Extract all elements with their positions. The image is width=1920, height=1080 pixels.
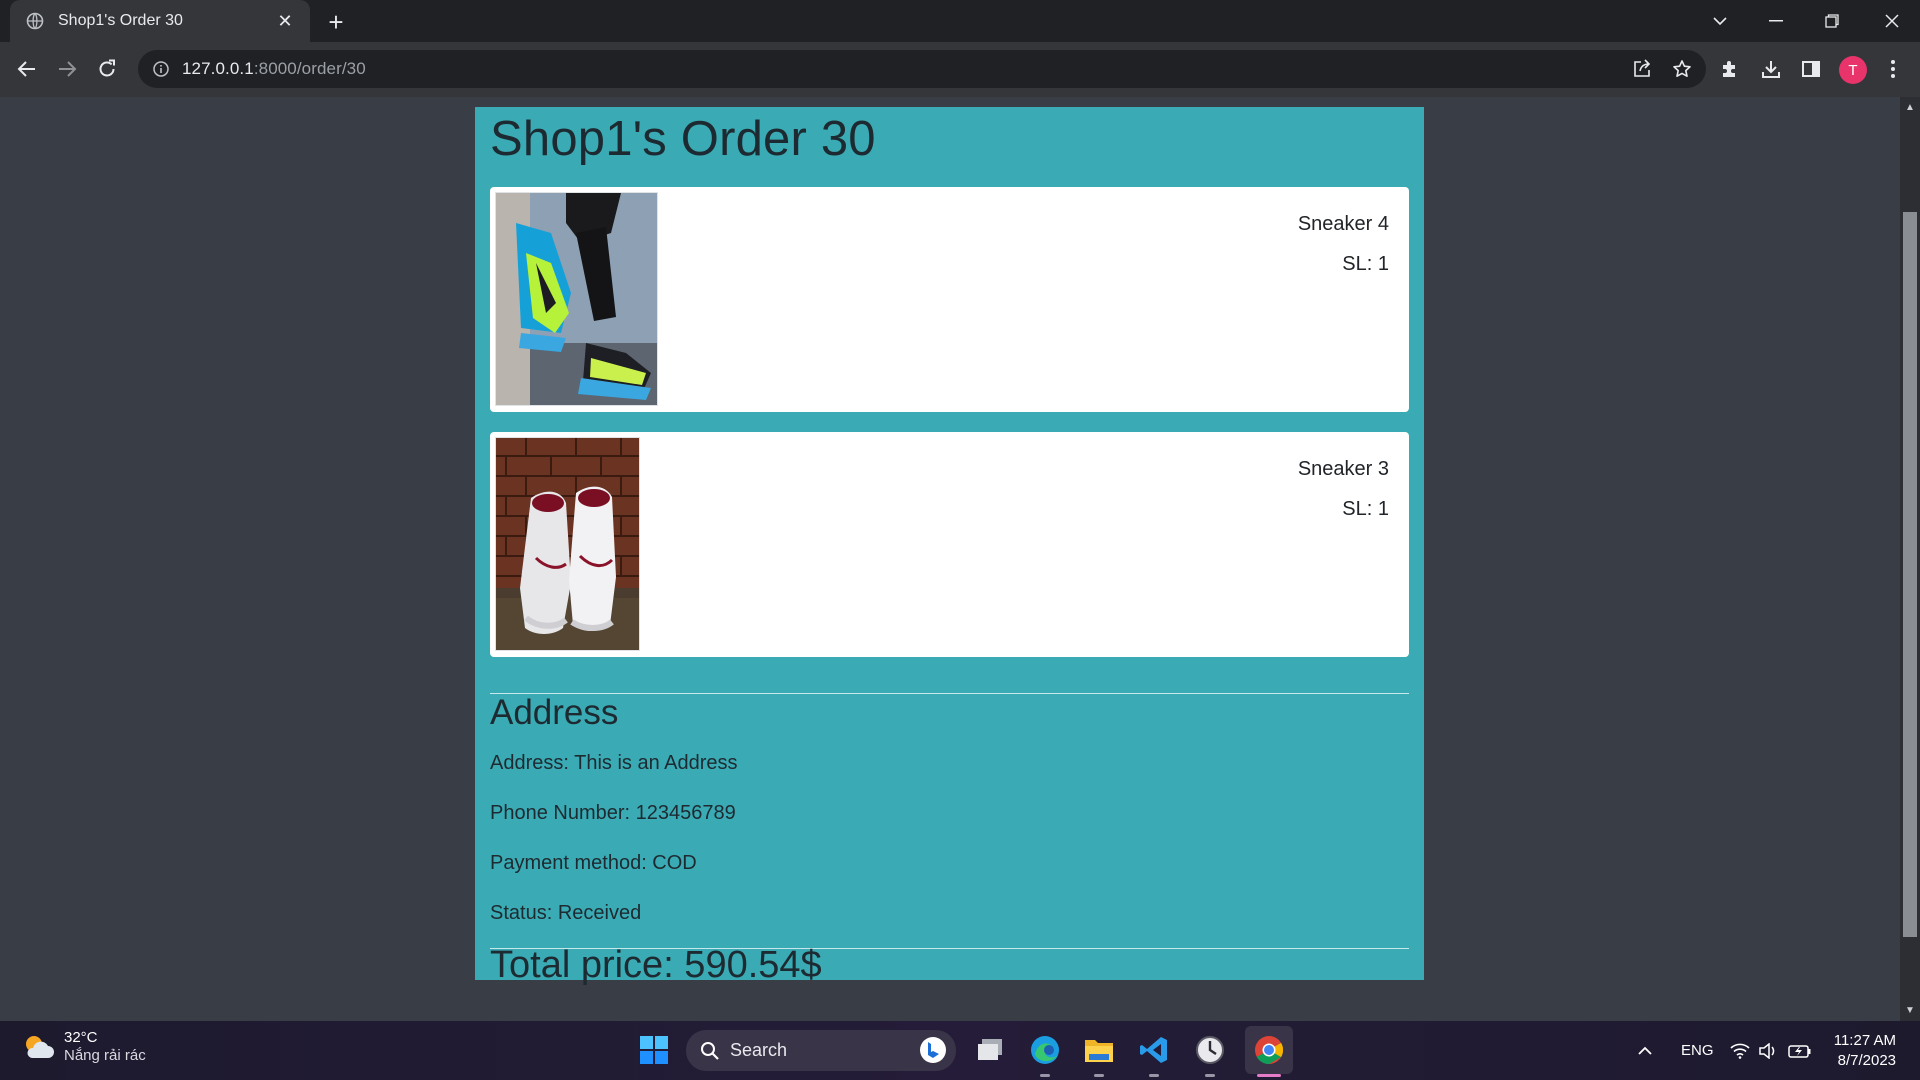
search-placeholder: Search xyxy=(730,1040,788,1060)
running-indicator xyxy=(1040,1074,1050,1077)
language-indicator[interactable]: ENG xyxy=(1681,1021,1714,1080)
download-icon[interactable] xyxy=(1753,51,1789,87)
new-tab-icon[interactable]: + xyxy=(322,7,350,37)
page-viewport: Shop1's Order 30 Sneaker 4 SL: 1 Sneaker… xyxy=(0,97,1900,1021)
tab-title: Shop1's Order 30 xyxy=(58,12,183,29)
item-name: Sneaker 3 xyxy=(1297,458,1389,480)
tab-search-chevron-icon[interactable] xyxy=(1692,0,1748,42)
active-indicator xyxy=(1257,1074,1281,1077)
running-indicator xyxy=(1205,1074,1215,1077)
address-line: Address: This is an Address xyxy=(490,752,738,774)
product-image-sneaker-on-feet[interactable] xyxy=(495,192,658,406)
minimize-icon[interactable] xyxy=(1748,0,1804,42)
side-panel-icon[interactable] xyxy=(1793,51,1829,87)
clock-time: 11:27 AM xyxy=(1833,1032,1896,1049)
bookmark-star-icon[interactable] xyxy=(1670,57,1694,81)
reload-icon[interactable] xyxy=(89,51,125,87)
weather-sun-cloud-icon xyxy=(20,1032,54,1062)
divider xyxy=(490,693,1409,694)
running-indicator xyxy=(1094,1074,1104,1077)
menu-kebab-icon[interactable] xyxy=(1875,51,1911,87)
taskbar-search-box[interactable]: Search xyxy=(686,1030,956,1071)
scrollbar-thumb[interactable] xyxy=(1903,212,1917,937)
order-item[interactable]: Sneaker 4 SL: 1 xyxy=(490,187,1409,412)
item-quantity: SL: 1 xyxy=(1342,253,1389,275)
phone-line: Phone Number: 123456789 xyxy=(490,802,736,824)
restore-icon[interactable] xyxy=(1804,0,1860,42)
back-arrow-icon[interactable] xyxy=(9,51,45,87)
forward-arrow-icon[interactable] xyxy=(49,51,85,87)
url-path: :8000/order/30 xyxy=(253,59,366,78)
item-name: Sneaker 4 xyxy=(1297,213,1389,235)
close-window-icon[interactable] xyxy=(1864,0,1920,42)
volume-icon[interactable] xyxy=(1758,1021,1778,1080)
battery-charging-icon[interactable] xyxy=(1788,1021,1812,1080)
status-line: Status: Received xyxy=(490,902,642,924)
total-price: Total price: 590.54$ xyxy=(490,944,822,986)
edge-browser-icon[interactable] xyxy=(1026,1031,1064,1069)
tab-close-icon[interactable]: ✕ xyxy=(274,10,296,32)
extensions-puzzle-icon[interactable] xyxy=(1712,51,1748,87)
bing-icon[interactable] xyxy=(920,1037,946,1063)
system-clock[interactable]: 11:27 AM 8/7/2023 xyxy=(1830,1031,1896,1071)
vscode-icon[interactable] xyxy=(1135,1031,1173,1069)
order-card: Shop1's Order 30 Sneaker 4 SL: 1 Sneaker… xyxy=(475,107,1424,986)
item-quantity: SL: 1 xyxy=(1342,498,1389,520)
weather-temperature: 32°C xyxy=(64,1029,98,1046)
scroll-up-arrow-icon[interactable]: ▲ xyxy=(1900,99,1920,115)
clock-app-icon[interactable] xyxy=(1191,1031,1229,1069)
url-host: 127.0.0.1 xyxy=(182,59,254,78)
address-bar[interactable]: 127.0.0.1:8000/order/30 xyxy=(138,50,1706,88)
url-text: 127.0.0.1:8000/order/30 xyxy=(182,59,366,79)
tray-overflow-chevron-icon[interactable] xyxy=(1637,1021,1653,1080)
running-indicator xyxy=(1149,1074,1159,1077)
profile-avatar[interactable]: T xyxy=(1839,56,1867,84)
clock-date: 8/7/2023 xyxy=(1837,1052,1896,1069)
weather-widget[interactable]: 32°C Nắng rải rác xyxy=(20,1029,146,1065)
windows-start-icon[interactable] xyxy=(635,1031,673,1069)
tab-strip: Shop1's Order 30 ✕ + xyxy=(0,0,1920,42)
browser-toolbar: 127.0.0.1:8000/order/30 T xyxy=(0,42,1920,97)
order-item[interactable]: Sneaker 3 SL: 1 xyxy=(490,432,1409,657)
search-icon xyxy=(700,1041,720,1061)
task-view-icon[interactable] xyxy=(972,1031,1010,1069)
product-image-white-sneakers[interactable] xyxy=(495,437,640,651)
file-explorer-icon[interactable] xyxy=(1080,1031,1118,1069)
chrome-icon[interactable] xyxy=(1245,1026,1293,1074)
windows-taskbar: 32°C Nắng rải rác Search ENG 11:27 AM 8/… xyxy=(0,1021,1920,1080)
share-icon[interactable] xyxy=(1630,57,1654,81)
globe-icon xyxy=(26,12,44,30)
wifi-icon[interactable] xyxy=(1730,1021,1750,1080)
browser-tab[interactable]: Shop1's Order 30 ✕ xyxy=(10,0,310,42)
scroll-down-arrow-icon[interactable]: ▼ xyxy=(1900,1002,1920,1018)
address-heading: Address xyxy=(490,693,619,732)
payment-line: Payment method: COD xyxy=(490,852,697,874)
site-info-icon[interactable] xyxy=(150,58,172,80)
page-title: Shop1's Order 30 xyxy=(490,112,876,166)
weather-description: Nắng rải rác xyxy=(64,1047,146,1064)
